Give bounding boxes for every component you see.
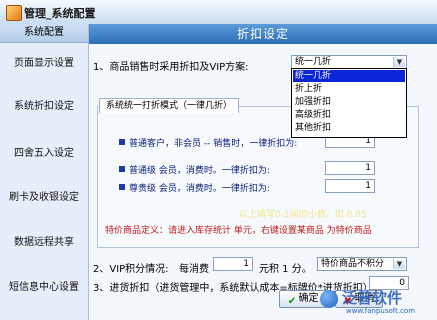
regular-member-discount-input[interactable]: 1 [325, 161, 375, 175]
vip-points-label: 2、VIP积分情况: [93, 264, 169, 275]
tab-unified-discount[interactable]: 系统统一打折模式（一律几折） [99, 98, 240, 113]
dropdown-option[interactable]: 其他折扣 [293, 122, 405, 134]
discount-scheme-select[interactable]: 统一几折 ▼ [291, 55, 407, 69]
bullet-icon [119, 184, 125, 190]
ok-button-label: 确定 [298, 293, 319, 304]
window-title: 管理_系统配置 [24, 7, 96, 20]
watermark-url: www.fanpusoft.com [346, 307, 416, 315]
sidebar-item-discount[interactable]: 系统折扣设定 [0, 87, 88, 127]
bullet-icon [119, 166, 125, 172]
sidebar-item-card-cashier[interactable]: 刷卡及收银设定 [0, 178, 88, 218]
dropdown-option[interactable]: 加强折扣 [293, 96, 405, 108]
bullet-icon [119, 139, 125, 145]
title-bar: 管理_系统配置 [0, 0, 437, 25]
decimal-hint: 以上填写0-1间的小数，如 0.85 [239, 210, 367, 220]
sidebar-item-page-display[interactable]: 页面显示设置 [0, 44, 88, 84]
check-icon: ✔ [287, 295, 297, 307]
discount-scheme-dropdown: 统一几折 折上折 加强折扣 高级折扣 其他折扣 [291, 68, 407, 138]
discount-scheme-value: 统一几折 [295, 57, 332, 67]
sidebar: 系统配置 页面显示设置 系统折扣设定 四舍五入设定 刷卡及收银设定 数据远程共享… [0, 24, 89, 320]
sidebar-item-rounding[interactable]: 四舍五入设定 [0, 134, 88, 174]
chevron-down-icon[interactable]: ▼ [393, 57, 405, 67]
vip-special-value: 特价商品不积分 [321, 259, 385, 269]
dropdown-option[interactable]: 高级折扣 [293, 109, 405, 121]
normal-customer-label: 普通客户，非会员 -- 销售时，一律折扣为: [129, 139, 298, 149]
vip-special-select[interactable]: 特价商品不积分 ▼ [317, 257, 407, 271]
chevron-down-icon[interactable]: ▼ [393, 259, 405, 269]
sidebar-item-remote-share[interactable]: 数据远程共享 [0, 223, 88, 263]
premium-member-label: 尊贵级 会员，消费时。一律折扣为: [129, 184, 270, 194]
discount-scheme-label: 1、商品销售时采用折扣及VIP方案: [93, 62, 249, 73]
vip-each-label: 每消费 [179, 264, 209, 275]
app-icon [6, 5, 22, 21]
dropdown-option[interactable]: 折上折 [293, 83, 405, 95]
special-goods-note: 特价商品定义：请进入库存统计 单元，右键设置某商品 为特价商品 [105, 226, 372, 236]
vip-each-input[interactable]: 1 [213, 257, 253, 271]
sidebar-header: 系统配置 [0, 24, 88, 43]
section-banner: 折扣设定 [89, 24, 437, 44]
watermark-text: 泛普软件 [342, 289, 403, 307]
regular-member-label: 普通级 会员，消费时。一律折扣为: [129, 166, 270, 176]
dropdown-option-selected[interactable]: 统一几折 [293, 70, 405, 82]
watermark-logo [320, 290, 338, 308]
sidebar-item-sms-center[interactable]: 短信息中心设置 [0, 268, 88, 308]
premium-member-discount-input[interactable]: 1 [325, 179, 375, 193]
vip-unit-text: 元积 1 分。 [259, 264, 312, 275]
